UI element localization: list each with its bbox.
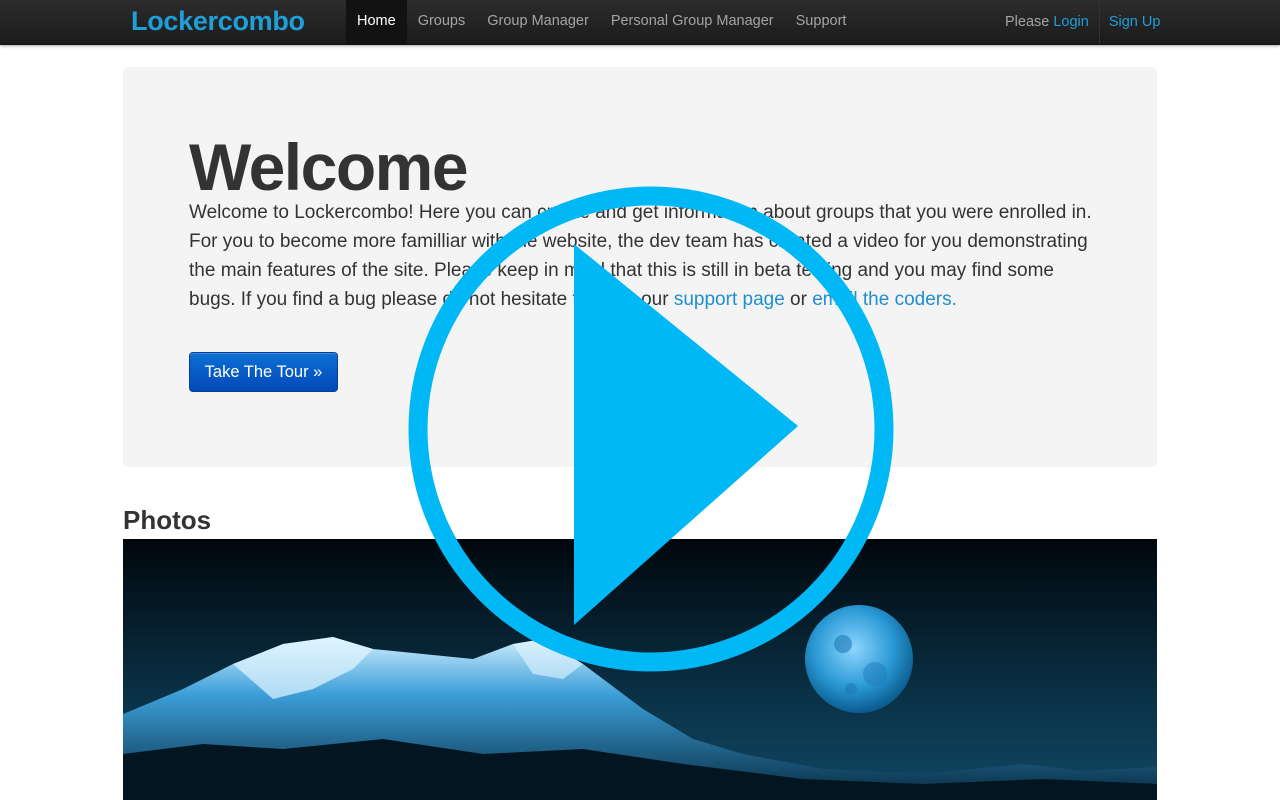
nav-item-group-manager: Group Manager bbox=[476, 0, 600, 44]
login-link[interactable]: Login bbox=[1053, 14, 1088, 30]
nav-divider bbox=[1098, 0, 1100, 44]
nav-item-support: Support bbox=[785, 0, 858, 44]
nav-item-groups: Groups bbox=[407, 0, 477, 44]
nav-item-home: Home bbox=[346, 0, 407, 44]
nav-link-support[interactable]: Support bbox=[785, 0, 858, 44]
signup-link[interactable]: Sign Up bbox=[1109, 14, 1161, 30]
play-video-button[interactable] bbox=[400, 180, 900, 680]
nav-link-home[interactable]: Home bbox=[346, 0, 407, 44]
take-tour-button[interactable]: Take The Tour » bbox=[189, 352, 338, 392]
photos-heading: Photos bbox=[123, 505, 212, 535]
nav-link-groups[interactable]: Groups bbox=[407, 0, 477, 44]
nav-link-group-manager[interactable]: Group Manager bbox=[476, 0, 600, 44]
brand-logo-link[interactable]: Lockercombo bbox=[131, 6, 305, 37]
please-text: Please bbox=[1005, 14, 1050, 30]
nav-link-personal-group-manager[interactable]: Personal Group Manager bbox=[600, 0, 785, 44]
main-nav: Home Groups Group Manager Personal Group… bbox=[346, 0, 857, 44]
play-icon bbox=[408, 186, 894, 672]
auth-links: Please Login Sign Up bbox=[1005, 0, 1160, 44]
nav-item-personal-group-manager: Personal Group Manager bbox=[600, 0, 785, 44]
top-navbar: Lockercombo Home Groups Group Manager Pe… bbox=[0, 0, 1280, 45]
